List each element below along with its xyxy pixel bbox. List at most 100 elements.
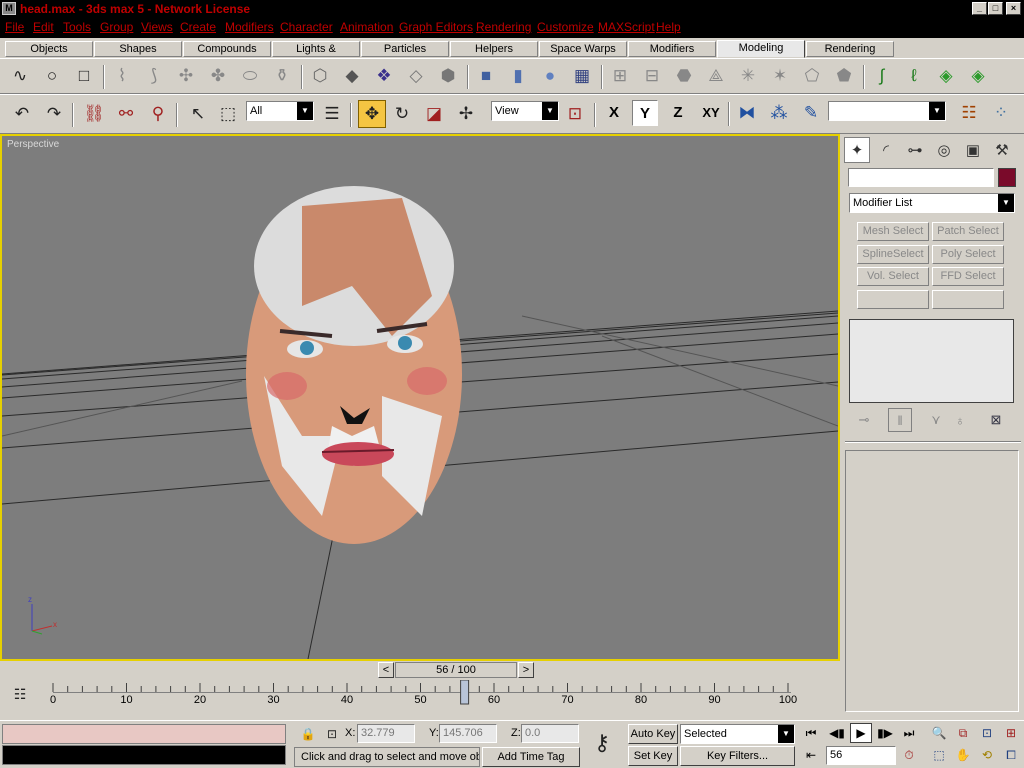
coord-z-field[interactable]: 0.0 [521, 724, 579, 743]
menu-graph-editors[interactable]: Graph Editors [399, 20, 473, 34]
select-and-link-icon[interactable]: ⛓ [82, 102, 106, 126]
cylinder-primitive-icon[interactable]: ▮ [506, 64, 530, 88]
auto-key-button[interactable]: Auto Key [628, 724, 678, 744]
hierarchy-panel-icon[interactable]: ⊶ [902, 137, 928, 163]
head-model[interactable] [246, 186, 462, 544]
tab-modifiers[interactable]: Modifiers [628, 41, 716, 57]
maxscript-listener-bottom[interactable] [2, 745, 286, 765]
track-view-icon[interactable]: ☷ [957, 101, 981, 125]
named-selection-dropdown[interactable]: ▼ [828, 101, 946, 121]
tab-objects[interactable]: Objects [5, 41, 93, 57]
remove-modifier-icon[interactable]: ♁ [948, 408, 972, 432]
set-key-button[interactable]: Set Key [628, 746, 678, 766]
set-key-icon[interactable]: ⚷ [590, 730, 614, 755]
extrude-icon[interactable]: ⬭ [238, 64, 262, 88]
track-bar[interactable]: ☷ 0 10 20 30 40 50 60 70 80 90 100 [0, 680, 840, 720]
bind-to-space-warp-icon[interactable]: ⚲ [146, 102, 170, 126]
time-configuration-icon[interactable]: ⏱ [898, 745, 920, 765]
menu-edit[interactable]: Edit [33, 20, 54, 34]
current-frame-marker[interactable] [460, 680, 470, 705]
object-color-swatch[interactable] [998, 168, 1016, 187]
optimize-icon[interactable]: ◇ [404, 64, 428, 88]
tab-lights-cameras[interactable]: Lights & Cameras [272, 41, 360, 69]
patch-select-button[interactable]: Patch Select [932, 222, 1004, 241]
next-frame-button[interactable]: > [518, 662, 534, 678]
mesh-smooth-icon[interactable]: ❖ [372, 64, 396, 88]
go-to-start-icon[interactable]: ⏮ [800, 723, 822, 743]
restrict-y-button[interactable]: Y [632, 100, 658, 126]
reference-coord-dropdown[interactable]: View ▼ [491, 101, 559, 121]
empty-button-1[interactable] [857, 290, 929, 309]
go-to-end-icon[interactable]: ⏭ [898, 723, 920, 743]
edit-mesh-icon[interactable]: ⬡ [308, 64, 332, 88]
next-frame-icon[interactable]: ▮▶ [874, 723, 896, 743]
face-icon[interactable]: ⬣ [672, 64, 696, 88]
perspective-viewport[interactable]: Perspective z x [0, 134, 840, 661]
close-button[interactable]: × [1006, 2, 1021, 15]
menu-group[interactable]: Group [100, 20, 133, 34]
redo-icon[interactable]: ↷ [42, 102, 66, 126]
menu-views[interactable]: Views [141, 20, 173, 34]
modify-panel-icon[interactable]: ◜ [873, 137, 899, 163]
maximize-button[interactable]: □ [988, 2, 1003, 15]
menu-animation[interactable]: Animation [340, 20, 393, 34]
selection-filter-dropdown[interactable]: All ▼ [246, 101, 314, 121]
ffd-select-button[interactable]: FFD Select [932, 267, 1004, 286]
nurbs-surface-icon[interactable]: ◈ [934, 64, 958, 88]
play-icon[interactable]: ▶ [850, 723, 872, 743]
element-icon[interactable]: ✳ [736, 64, 760, 88]
coord-y-field[interactable]: 145.706 [439, 724, 497, 743]
arc-rotate-icon[interactable]: ⟲ [976, 745, 998, 765]
tab-shapes[interactable]: Shapes [94, 41, 182, 57]
menu-rendering[interactable]: Rendering [476, 20, 531, 34]
menu-character[interactable]: Character [280, 20, 333, 34]
show-end-result-icon[interactable]: ‖ [888, 408, 912, 432]
tessellate-icon[interactable]: ✶ [768, 64, 792, 88]
tab-helpers[interactable]: Helpers [450, 41, 538, 57]
select-and-move-icon[interactable]: ✥ [358, 100, 386, 128]
absolute-mode-icon[interactable]: ⊡ [320, 722, 344, 746]
menu-customize[interactable]: Customize [537, 20, 594, 34]
lathe-icon[interactable]: ⚱ [270, 64, 294, 88]
vol-select-button[interactable]: Vol. Select [857, 267, 929, 286]
tab-compounds[interactable]: Compounds [183, 41, 271, 57]
add-time-tag-button[interactable]: Add Time Tag [482, 747, 580, 767]
array-icon[interactable]: ⁂ [767, 101, 791, 125]
surface-icon[interactable]: ✣ [174, 64, 198, 88]
select-object-icon[interactable]: ↖ [186, 102, 210, 126]
mirror-icon[interactable]: ⧓ [735, 101, 759, 125]
align-icon[interactable]: ✎ [799, 101, 823, 125]
rectangular-selection-icon[interactable]: ⬚ [216, 102, 240, 126]
tab-space-warps[interactable]: Space Warps [539, 41, 627, 57]
prev-frame-button[interactable]: < [378, 662, 394, 678]
display-panel-icon[interactable]: ▣ [960, 137, 986, 163]
time-slider-thumb[interactable]: 56 / 100 [395, 662, 517, 678]
select-and-rotate-icon[interactable]: ↻ [390, 102, 414, 126]
spline-select-button[interactable]: SplineSelect [857, 245, 929, 264]
undo-icon[interactable]: ↶ [10, 102, 34, 126]
tab-modeling[interactable]: Modeling [717, 40, 805, 58]
make-unique-icon[interactable]: ⋎ [924, 408, 948, 432]
modifier-list-dropdown[interactable]: Modifier List ▼ [849, 193, 1015, 213]
menu-modifiers[interactable]: Modifiers [225, 20, 274, 34]
symmetry-icon[interactable]: ⬟ [832, 64, 856, 88]
material-editor-icon[interactable]: ⁘ [989, 101, 1013, 125]
line-icon[interactable]: ∿ [8, 64, 32, 88]
empty-button-2[interactable] [932, 290, 1004, 309]
select-and-manipulate-icon[interactable]: ✢ [454, 102, 478, 126]
rectangle-icon[interactable]: □ [72, 64, 96, 88]
utilities-panel-icon[interactable]: ⚒ [989, 137, 1015, 163]
delete-spline-icon[interactable]: ✤ [206, 64, 230, 88]
restrict-z-button[interactable]: Z [665, 100, 691, 126]
zoom-all-icon[interactable]: ⧉ [952, 723, 974, 743]
menu-maxscript[interactable]: MAXScript [598, 20, 655, 34]
object-name-field[interactable] [848, 168, 994, 187]
menu-tools[interactable]: Tools [63, 20, 91, 34]
plane-primitive-icon[interactable]: ▦ [570, 64, 594, 88]
nurbs-curve-icon[interactable]: ∫ [870, 64, 894, 88]
key-mode-dropdown[interactable]: Selected ▼ [680, 724, 795, 744]
menu-file[interactable]: File [5, 20, 24, 34]
key-mode-toggle-icon[interactable]: ⇤ [800, 745, 822, 765]
pin-stack-icon[interactable]: ⊸ [852, 408, 876, 432]
edit-spline-icon[interactable]: ⌇ [110, 64, 134, 88]
